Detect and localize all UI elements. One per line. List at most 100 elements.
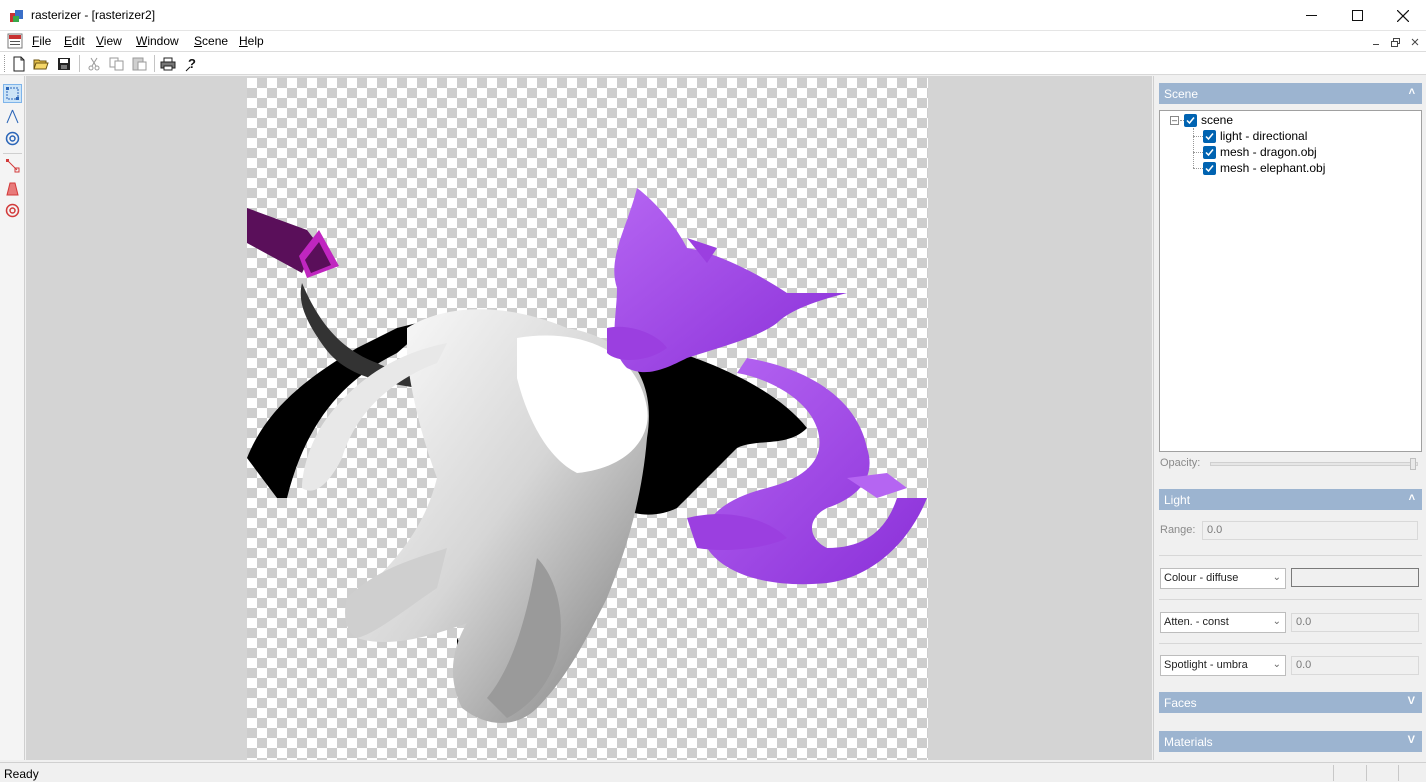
- print-button[interactable]: [158, 54, 178, 73]
- toolbar-grip[interactable]: [4, 55, 7, 72]
- spotlight-field[interactable]: 0.0: [1291, 656, 1419, 675]
- menu-help[interactable]: Help: [239, 34, 264, 48]
- render-canvas[interactable]: [247, 78, 928, 760]
- toolbar-separator: [154, 55, 155, 72]
- expand-chevron-icon[interactable]: V: [1408, 695, 1415, 707]
- menu-scene[interactable]: Scene: [194, 34, 228, 48]
- document-icon[interactable]: [7, 33, 23, 49]
- select-camera-button[interactable]: [3, 84, 22, 103]
- light-orbit-icon: [5, 203, 20, 218]
- light-perspective-icon: [6, 182, 19, 196]
- close-icon: [1397, 9, 1409, 22]
- materials-panel-title: Materials: [1164, 735, 1213, 749]
- close-icon: [1411, 38, 1419, 46]
- collapse-chevron-icon[interactable]: ˄: [1409, 492, 1415, 504]
- attenuation-select-value: Atten. - const: [1164, 616, 1229, 628]
- mdi-close-button[interactable]: [1408, 35, 1422, 49]
- help-icon: ?: [185, 56, 196, 71]
- faces-panel-title: Faces: [1164, 696, 1197, 710]
- mdi-restore-button[interactable]: [1388, 35, 1402, 49]
- tree-item-light[interactable]: light - directional: [1203, 128, 1307, 144]
- tree-item-label: mesh - elephant.obj: [1220, 161, 1326, 175]
- scene-tree[interactable]: – scene light - directional mesh - drago…: [1159, 110, 1422, 452]
- chevron-down-icon: ⌄: [1272, 616, 1281, 627]
- mdi-minimize-button[interactable]: [1369, 35, 1383, 49]
- menu-view[interactable]: View: [96, 34, 122, 48]
- paste-icon: [132, 57, 146, 71]
- scene-panel-header[interactable]: Scene ˄: [1159, 83, 1422, 104]
- tree-connector: [1193, 128, 1194, 168]
- title-bar: rasterizer - [rasterizer2]: [0, 0, 1426, 31]
- colour-swatch[interactable]: [1291, 568, 1419, 587]
- opacity-label: Opacity:: [1160, 457, 1201, 469]
- light-marker[interactable]: [247, 208, 339, 278]
- expand-chevron-icon[interactable]: V: [1408, 734, 1415, 746]
- copy-button[interactable]: [106, 54, 126, 73]
- menu-edit[interactable]: Edit: [64, 34, 85, 48]
- copy-icon: [109, 57, 123, 70]
- tree-item-dragon[interactable]: mesh - dragon.obj: [1203, 144, 1317, 160]
- colour-select[interactable]: Colour - diffuse ⌄: [1160, 568, 1286, 589]
- cut-icon: [88, 57, 100, 70]
- attenuation-field[interactable]: 0.0: [1291, 613, 1419, 632]
- tree-item-elephant[interactable]: mesh - elephant.obj: [1203, 160, 1325, 176]
- print-icon: [160, 57, 176, 70]
- opacity-slider-thumb[interactable]: [1410, 458, 1416, 470]
- save-button[interactable]: [54, 54, 74, 73]
- select-light-button[interactable]: [3, 156, 22, 175]
- tree-collapse-icon[interactable]: –: [1170, 116, 1179, 125]
- colour-select-value: Colour - diffuse: [1164, 572, 1239, 584]
- camera-perspective-button[interactable]: [3, 107, 22, 126]
- tree-item-label: mesh - dragon.obj: [1220, 145, 1317, 159]
- range-label: Range:: [1160, 524, 1196, 536]
- properties-panel: Scene ˄ – scene light - directional mesh…: [1153, 76, 1426, 760]
- collapse-chevron-icon[interactable]: ˄: [1409, 86, 1415, 98]
- spotlight-select[interactable]: Spotlight - umbra ⌄: [1160, 655, 1286, 676]
- menu-window[interactable]: Window: [136, 34, 179, 48]
- range-field[interactable]: 0.0: [1202, 521, 1418, 540]
- help-button[interactable]: ?: [181, 54, 201, 73]
- light-perspective-button[interactable]: [3, 179, 22, 198]
- attenuation-select[interactable]: Atten. - const ⌄: [1160, 612, 1286, 633]
- camera-orbit-button[interactable]: [3, 129, 22, 148]
- open-folder-icon: [33, 59, 49, 69]
- cut-button[interactable]: [84, 54, 104, 73]
- camera-light-toolbar: [0, 76, 25, 760]
- divider: [1159, 599, 1422, 600]
- divider: [1159, 555, 1422, 556]
- status-text: Ready: [4, 767, 39, 781]
- divider: [1159, 643, 1422, 644]
- spotlight-select-value: Spotlight - umbra: [1164, 659, 1248, 671]
- status-panel: [1398, 765, 1399, 781]
- render-viewport[interactable]: [26, 76, 1152, 760]
- materials-panel-header[interactable]: Materials V: [1159, 731, 1422, 752]
- select-light-icon: [6, 159, 20, 173]
- elephant-mesh[interactable]: [300, 283, 649, 723]
- checkbox-checked-icon[interactable]: [1203, 145, 1216, 159]
- restore-icon: [1390, 37, 1400, 47]
- tree-item-label: scene: [1201, 113, 1234, 127]
- chevron-down-icon: ⌄: [1272, 659, 1281, 670]
- menu-file[interactable]: File: [32, 34, 51, 48]
- open-button[interactable]: [31, 54, 51, 73]
- rendered-scene: [247, 188, 927, 723]
- new-button[interactable]: [9, 54, 29, 73]
- light-orbit-button[interactable]: [3, 201, 22, 220]
- tool-separator: [3, 153, 22, 154]
- light-panel-header[interactable]: Light ˄: [1159, 489, 1422, 510]
- maximize-button[interactable]: [1334, 0, 1380, 31]
- opacity-slider[interactable]: [1210, 462, 1418, 466]
- faces-panel-header[interactable]: Faces V: [1159, 692, 1422, 713]
- checkbox-checked-icon[interactable]: [1184, 113, 1197, 127]
- checkbox-checked-icon[interactable]: [1203, 129, 1216, 143]
- checkbox-checked-icon[interactable]: [1203, 161, 1216, 175]
- close-button[interactable]: [1380, 0, 1426, 31]
- app-icon[interactable]: [9, 8, 25, 24]
- toolbar-separator: [79, 55, 80, 72]
- camera-orbit-icon: [5, 131, 20, 146]
- tree-item-scene[interactable]: scene: [1184, 112, 1233, 128]
- window-title: rasterizer - [rasterizer2]: [31, 8, 156, 22]
- paste-button[interactable]: [129, 54, 149, 73]
- minimize-button[interactable]: [1288, 0, 1334, 31]
- new-document-icon: [13, 56, 25, 71]
